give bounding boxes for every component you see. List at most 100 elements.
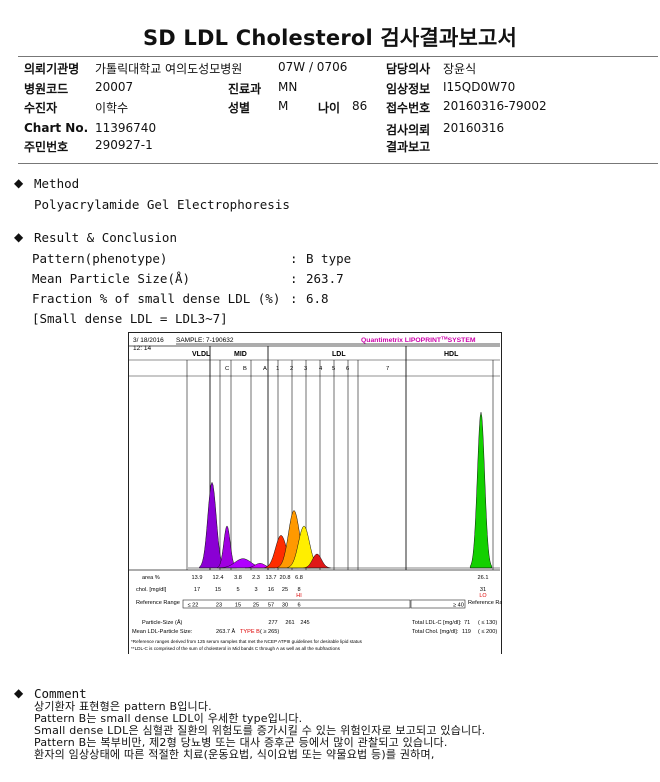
group-mid: MID	[234, 351, 247, 358]
label-patient: 수진자	[24, 101, 58, 115]
band-label-2: 2	[290, 366, 293, 372]
total-ldl-label: Total LDL-C [mg/dl]:	[412, 620, 462, 626]
row-label-ref-right: Reference Range	[468, 600, 502, 606]
label-request-date: 검사의뢰	[386, 123, 431, 137]
chol-value: 17	[194, 587, 200, 593]
mean-ref: ( ≥ 265)	[260, 629, 279, 635]
result-heading: Result & Conclusion	[34, 230, 177, 245]
result-note: [Small dense LDL = LDL3~7]	[32, 311, 228, 326]
result-colon: :	[290, 291, 298, 306]
value-chart-no: 11396740	[95, 121, 157, 135]
comment-heading: Comment	[34, 686, 87, 701]
particle-size-value: 261	[285, 620, 294, 626]
header-divider-bottom	[18, 163, 658, 164]
row-label-area: area %	[142, 575, 160, 581]
area-value: 20.8	[280, 575, 291, 581]
area-value: 3.8	[234, 575, 242, 581]
band-label-b: B	[243, 366, 247, 372]
chol-value: 3	[254, 587, 257, 593]
ref-value: 15	[235, 603, 241, 609]
area-value: 2.3	[252, 575, 260, 581]
value-patient: 이학수	[95, 101, 129, 115]
row-label-chol: chol. [mg/dl]	[136, 587, 167, 593]
chol-value: 25	[282, 587, 288, 593]
band-label-7: 7	[386, 366, 389, 372]
band-label-3: 3	[304, 366, 307, 372]
chart-date: 3/ 18/2016	[133, 337, 164, 344]
ref-value: 25	[253, 603, 259, 609]
value-resident-number: 290927-1	[95, 138, 153, 152]
label-receipt-number: 접수번호	[386, 101, 431, 115]
total-ldl-value: 71	[464, 620, 470, 626]
group-hdl: HDL	[444, 351, 459, 358]
footnote-1: *Reference ranges derived from 125 serum…	[131, 639, 363, 644]
chol-value: 16	[268, 587, 274, 593]
chart-frame	[128, 332, 502, 654]
row-label-particle: Particle-Size (Å)	[142, 619, 183, 626]
band-label-5: 5	[332, 366, 335, 372]
value-receipt-number: 20160316-79002	[443, 99, 547, 113]
label-chart-no: Chart No.	[24, 121, 89, 135]
result-colon: :	[290, 251, 298, 266]
method-text: Polyacrylamide Gel Electrophoresis	[34, 197, 290, 212]
result-label-fraction: Fraction % of small dense LDL (%)	[32, 291, 281, 306]
area-value: 13.9	[192, 575, 203, 581]
result-label-pattern: Pattern(phenotype)	[32, 251, 168, 266]
label-sex: 성별	[228, 101, 251, 115]
result-colon: :	[290, 271, 298, 286]
label-institution: 의뢰기관명	[24, 62, 80, 76]
chol-value: 15	[215, 587, 221, 593]
result-label-particle-size: Mean Particle Size(Å)	[32, 271, 191, 286]
result-value-pattern: B type	[306, 251, 352, 266]
diamond-bullet-icon: ◆	[14, 686, 24, 700]
ref-value: 6	[297, 603, 300, 609]
value-doctor: 장윤식	[443, 62, 477, 76]
value-hospital-code: 20007	[95, 80, 134, 94]
total-chol-ref: ( ≤ 200)	[478, 629, 497, 635]
value-department: MN	[278, 80, 298, 94]
ref-value: 57	[268, 603, 274, 609]
header-divider-top	[18, 56, 658, 57]
area-value: 12.4	[213, 575, 224, 581]
comment-line: 환자의 임상상태에 따른 적절한 치료(운동요법, 식이요법 또는 약물요법 등…	[34, 748, 435, 761]
band-label-1: 1	[276, 366, 279, 372]
ref-value-hdl: ≥ 40	[453, 603, 464, 609]
ref-value: 30	[282, 603, 288, 609]
diamond-bullet-icon: ◆	[14, 230, 24, 244]
row-label-ref: Reference Range	[136, 600, 180, 606]
total-ldl-ref: ( ≤ 130)	[478, 620, 497, 626]
report-title: SD LDL Cholesterol 검사결과보고서	[142, 26, 518, 50]
label-report-date: 결과보고	[386, 140, 431, 154]
band-label-a: A	[263, 366, 267, 372]
diamond-bullet-icon: ◆	[14, 176, 24, 190]
band-label-6: 6	[346, 366, 349, 372]
ref-value: ≤ 22	[188, 603, 199, 609]
area-value: 13.7	[266, 575, 277, 581]
area-value-hdl: 26.1	[478, 575, 489, 581]
area-value: 6.8	[295, 575, 303, 581]
band-label-c: C	[225, 366, 229, 372]
row-label-mean: Mean LDL-Particle Size:	[132, 629, 193, 635]
result-value-particle-size: 263.7	[306, 271, 344, 286]
mean-type: TYPE B	[240, 629, 260, 635]
total-chol-label: Total Chol. [mg/dl]:	[412, 629, 459, 635]
chol-flag: HI	[296, 593, 301, 599]
chart-sample: SAMPLE: 7-190632	[176, 337, 234, 344]
chol-value: 5	[236, 587, 239, 593]
chol-flag-hdl: LO	[479, 593, 486, 599]
chart-brand: Quantimetrix LIPOPRINTTMSYSTEM	[361, 336, 476, 345]
value-ward: 07W / 0706	[278, 60, 348, 74]
lipoprint-report-chart: 3/ 18/2016 12: 14 SAMPLE: 7-190632 Quant…	[128, 332, 502, 654]
label-hospital-code: 병원코드	[24, 82, 69, 96]
label-resident-number: 주민번호	[24, 140, 69, 154]
result-value-fraction: 6.8	[306, 291, 329, 306]
label-age: 나이	[318, 101, 341, 115]
particle-size-value: 277	[268, 620, 277, 626]
mean-value: 263.7 Å	[216, 628, 236, 635]
value-request-date: 20160316	[443, 121, 505, 135]
method-heading: Method	[34, 176, 80, 191]
total-chol-value: 119	[462, 629, 471, 635]
group-ldl: LDL	[332, 351, 346, 358]
value-age: 86	[352, 99, 368, 113]
particle-size-value: 245	[300, 620, 309, 626]
